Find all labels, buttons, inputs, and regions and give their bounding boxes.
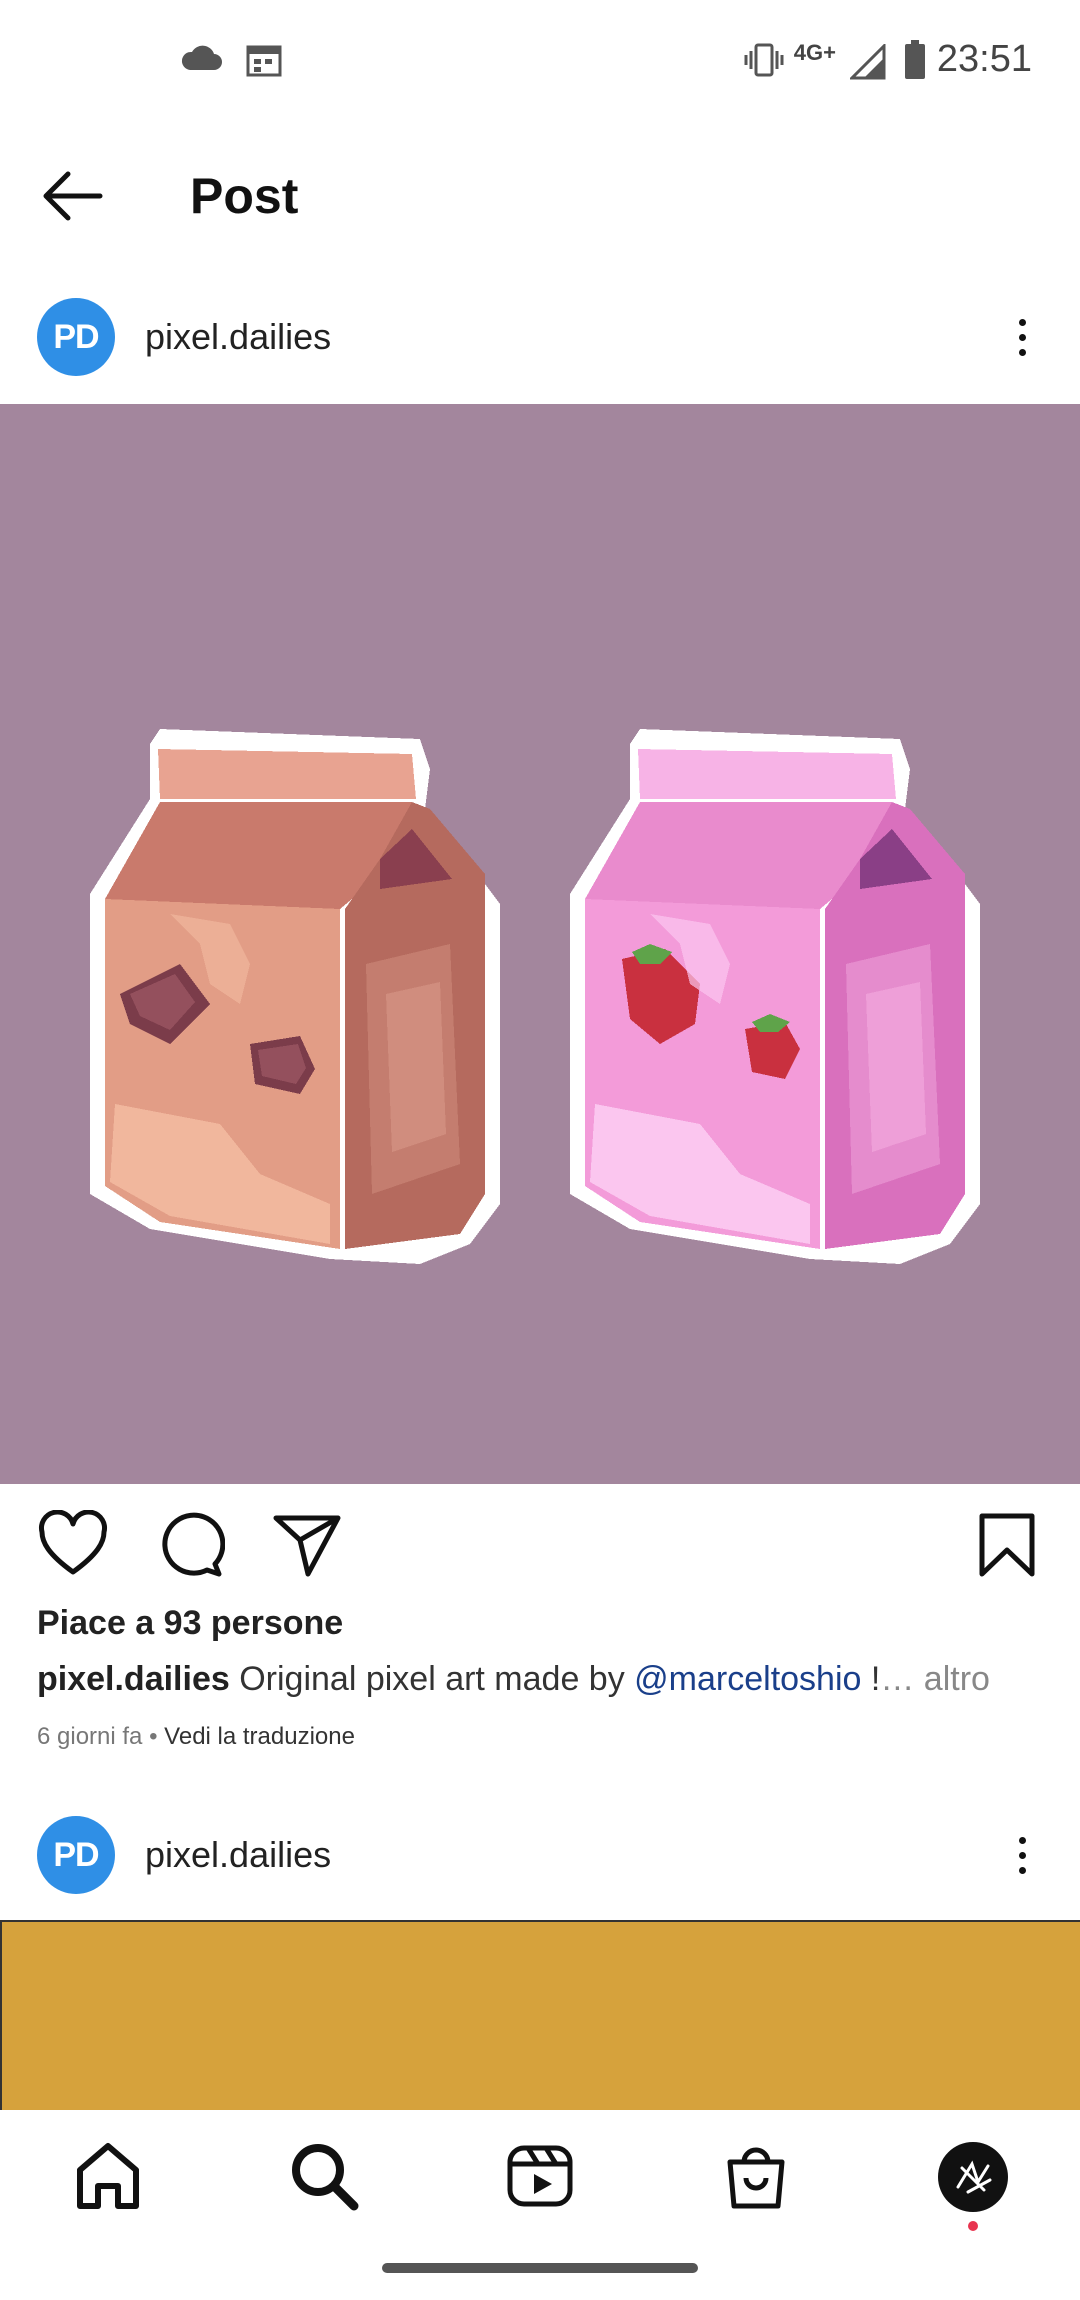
cloud-icon — [181, 45, 222, 70]
more-options-icon[interactable] — [1012, 307, 1032, 367]
caption-tail: ! — [861, 1660, 881, 1698]
battery-icon — [905, 40, 925, 79]
caption-username[interactable]: pixel.dailies — [37, 1660, 230, 1698]
profile-avatar[interactable] — [938, 2142, 1008, 2212]
like-heart-icon[interactable] — [38, 1510, 108, 1580]
avatar[interactable]: PD — [37, 298, 115, 376]
clock: 23:51 — [936, 38, 1032, 80]
avatar[interactable]: PD — [37, 1816, 115, 1894]
home-icon[interactable] — [72, 2140, 144, 2212]
post-image[interactable] — [0, 404, 1080, 1484]
top-app-bar: Post — [0, 140, 1080, 250]
likes-count[interactable]: Piace a 93 persone — [37, 1604, 343, 1643]
save-bookmark-icon[interactable] — [972, 1510, 1042, 1580]
network-type: 4G+ — [793, 40, 836, 65]
caption-text: Original pixel art made by — [229, 1660, 635, 1698]
signal-icon — [850, 44, 886, 80]
milk-cartons-artwork — [90, 729, 980, 1264]
post-username[interactable]: pixel.dailies — [145, 316, 331, 358]
caption-mention[interactable]: @marceltoshio — [634, 1660, 861, 1698]
vibrate-icon — [744, 43, 784, 77]
chocolate-milk-carton — [90, 729, 500, 1264]
status-bar: 4G+ 23:51 — [0, 0, 1080, 120]
calendar-icon — [246, 45, 282, 77]
strawberry-milk-carton — [570, 729, 980, 1264]
notification-dot — [968, 2221, 978, 2231]
profile-glyph-icon — [956, 2160, 992, 2194]
post-meta: 6 giorni fa • Vedi la traduzione — [37, 1723, 355, 1751]
more-options-icon[interactable] — [1012, 1825, 1032, 1885]
search-icon[interactable] — [288, 2140, 360, 2212]
caption-more-link[interactable]: … altro — [880, 1660, 990, 1698]
meta-separator: • — [142, 1723, 165, 1750]
page-title: Post — [190, 168, 299, 224]
shop-icon[interactable] — [720, 2140, 792, 2212]
home-indicator[interactable] — [382, 2263, 698, 2273]
post-username[interactable]: pixel.dailies — [145, 1834, 331, 1876]
comment-icon[interactable] — [155, 1510, 225, 1580]
post-image[interactable] — [0, 1920, 1080, 2110]
reels-icon[interactable] — [504, 2140, 576, 2212]
post-caption: pixel.dailies Original pixel art made by… — [37, 1660, 990, 1699]
see-translation-link[interactable]: Vedi la traduzione — [164, 1723, 355, 1750]
share-send-icon[interactable] — [272, 1510, 342, 1580]
post-time: 6 giorni fa — [37, 1723, 143, 1750]
back-arrow-icon[interactable] — [40, 170, 104, 222]
